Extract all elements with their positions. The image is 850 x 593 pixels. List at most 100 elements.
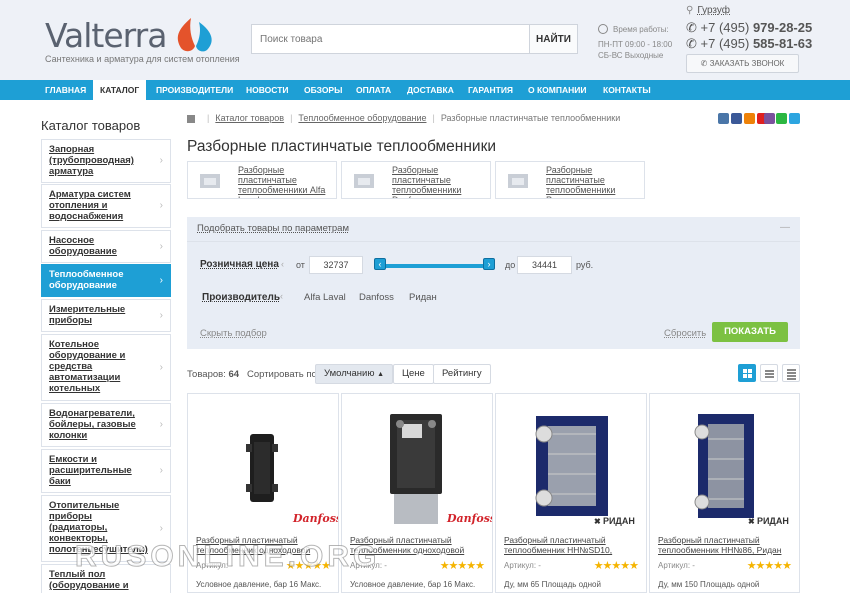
subcat-alfa-laval[interactable]: Разборные пластинчатые теплообменники Al… — [187, 161, 337, 199]
sidebar-item-heating-fittings[interactable]: Арматура систем отопления и водоснабжени… — [41, 184, 171, 228]
maker-option-ridan[interactable]: Ридан — [409, 292, 437, 303]
filter-panel: Подобрать товары по параметрам — — [187, 217, 800, 349]
callback-button[interactable]: ✆ ЗАКАЗАТЬ ЗВОНОК — [686, 54, 799, 73]
sidebar-item-label: Водонагреватели, бойлеры, газовые колонк… — [49, 408, 136, 441]
show-results-button[interactable]: ПОКАЗАТЬ — [712, 322, 788, 342]
nav-payment[interactable]: ОПЛАТА — [356, 80, 391, 100]
sidebar-item-heat-exchange[interactable]: Теплообменное оборудование › — [41, 264, 171, 297]
breadcrumb-heat-exchange[interactable]: Теплообменное оборудование — [298, 113, 426, 123]
caret-up-icon: ▲ — [377, 371, 385, 378]
home-icon[interactable] — [187, 114, 195, 123]
chevron-right-icon: › — [159, 361, 163, 373]
chevron-right-icon: › — [159, 155, 163, 166]
price-to-input[interactable]: 34441 — [517, 256, 572, 274]
maker-option-alfa-laval[interactable]: Alfa Laval — [304, 292, 346, 303]
site-logo[interactable]: Valterra Сантехника и арматура для систе… — [45, 16, 240, 64]
search-input[interactable] — [252, 25, 532, 53]
nav-home[interactable]: ГЛАВНАЯ — [45, 80, 86, 100]
product-name[interactable]: Разборный пластинчатый теплообменник НН№… — [658, 535, 798, 555]
sidebar-item-label: Теплообменное оборудование — [49, 269, 124, 291]
currency-label: руб. — [576, 260, 594, 270]
odnoklassniki-icon[interactable] — [744, 113, 755, 124]
sort-bar: Товаров: 64 Сортировать по: — [187, 369, 319, 380]
product-name[interactable]: Разборный пластинчатый теплообменник НН№… — [504, 535, 644, 555]
hours-weekdays: ПН-ПТ 09:00 - 18:00 — [598, 40, 673, 49]
sort-default-button[interactable]: Умолчанию ▲ — [315, 364, 394, 384]
vk-icon[interactable] — [718, 113, 729, 124]
rating-stars: ★★★★★ — [439, 560, 485, 572]
city-name: Гурзуф — [697, 5, 730, 16]
location-pin-icon: ⚲ — [686, 5, 694, 16]
chevron-left-icon: ‹ — [281, 259, 284, 269]
phone-1-prefix: +7 (495) — [700, 20, 750, 35]
chevron-right-icon: › — [159, 419, 163, 430]
phone-1[interactable]: ✆ +7 (495) 979-28-25 — [686, 20, 812, 36]
list-view-icon[interactable] — [760, 364, 778, 382]
nav-news[interactable]: НОВОСТИ — [246, 80, 289, 100]
table-view-icon[interactable] — [782, 364, 800, 382]
rating-stars: ★★★★★ — [593, 560, 639, 572]
subcat-label: Разборные пластинчатые теплообменники Al… — [238, 165, 326, 198]
search-button[interactable]: НАЙТИ — [529, 25, 577, 53]
breadcrumb-current: Разборные пластинчатые теплообменники — [440, 113, 621, 123]
phone-icon: ✆ — [686, 36, 697, 51]
nav-manufacturers[interactable]: ПРОИЗВОДИТЕЛИ — [156, 80, 233, 100]
product-desc: Условное давление, бар 16 Макс. — [350, 580, 476, 589]
subcat-danfoss[interactable]: Разборные пластинчатые теплообменники Da… — [341, 161, 491, 199]
subcat-label: Разборные пластинчатые теплообменники Ри… — [546, 165, 616, 198]
logo-drops-icon — [177, 18, 212, 52]
image-placeholder-icon — [200, 174, 220, 188]
chevron-right-icon: › — [159, 274, 163, 286]
product-image[interactable] — [496, 394, 647, 534]
sidebar-item-boilers-automation[interactable]: Котельное оборудование и средства автома… — [41, 334, 171, 401]
nav-warranty[interactable]: ГАРАНТИЯ — [468, 80, 513, 100]
nav-contacts[interactable]: КОНТАКТЫ — [603, 80, 651, 100]
nav-delivery[interactable]: ДОСТАВКА — [407, 80, 454, 100]
city-selector[interactable]: ⚲ Гурзуф — [686, 5, 730, 16]
slider-handle-left[interactable]: ‹ — [374, 258, 386, 270]
nav-reviews[interactable]: ОБЗОРЫ — [304, 80, 342, 100]
working-hours: Время работы: ПН-ПТ 09:00 - 18:00 СБ-ВС … — [598, 24, 680, 61]
product-image[interactable] — [650, 394, 800, 534]
slider-handle-right[interactable]: › — [483, 258, 495, 270]
sidebar-title: Каталог товаров — [41, 118, 141, 133]
filter-heading[interactable]: Подобрать товары по параметрам — [197, 223, 349, 234]
breadcrumb: | Каталог товаров | Теплообменное оборудова… — [187, 113, 620, 123]
grid-view-icon[interactable] — [738, 364, 756, 382]
price-from-input[interactable]: 32737 — [309, 256, 363, 274]
sidebar-item-label: Насосное оборудование — [49, 235, 117, 257]
product-card[interactable]: РИДАН Разборный пластинчатый теплообменн… — [495, 393, 647, 593]
phone-2[interactable]: ✆ +7 (495) 585-81-63 — [686, 36, 812, 52]
product-count: 64 — [228, 369, 240, 380]
reset-filter-link[interactable]: Сбросить — [664, 328, 706, 339]
callback-label: ЗАКАЗАТЬ ЗВОНОК — [709, 59, 785, 68]
nav-about[interactable]: О КОМПАНИИ — [528, 80, 586, 100]
facebook-icon[interactable] — [731, 113, 742, 124]
product-card[interactable]: РИДАН Разборный пластинчатый теплообменн… — [649, 393, 800, 593]
nav-catalog[interactable]: КАТАЛОГ — [93, 80, 147, 100]
whatsapp-icon[interactable] — [776, 113, 787, 124]
chevron-right-icon: › — [159, 240, 163, 252]
price-filter-label[interactable]: Розничная цена — [200, 259, 279, 270]
sidebar-item-measuring[interactable]: Измерительные приборы › — [41, 299, 171, 332]
maker-option-danfoss[interactable]: Danfoss — [359, 292, 394, 303]
price-slider-track[interactable] — [375, 264, 494, 268]
hide-filter-link[interactable]: Скрыть подбор — [200, 328, 267, 339]
sort-price-button[interactable]: Цене — [393, 364, 434, 384]
sidebar-item-pumps[interactable]: Насосное оборудование › — [41, 230, 171, 263]
handset-icon: ✆ — [700, 59, 708, 68]
sidebar-item-tanks[interactable]: Емкости и расширительные баки › — [41, 449, 171, 493]
breadcrumb-catalog[interactable]: Каталог товаров — [215, 113, 284, 123]
collapse-icon[interactable]: — — [780, 222, 790, 233]
main-nav: ГЛАВНАЯ КАТАЛОГ ПРОИЗВОДИТЕЛИ НОВОСТИ ОБ… — [0, 80, 850, 100]
sidebar-item-valves[interactable]: Запорная (трубопроводная) арматура › — [41, 139, 171, 183]
telegram-icon[interactable] — [789, 113, 800, 124]
sort-rating-button[interactable]: Рейтингу — [433, 364, 491, 384]
viber-icon[interactable] — [764, 113, 775, 124]
maker-filter-label[interactable]: Производитель — [202, 292, 280, 303]
chevron-right-icon: › — [159, 309, 163, 321]
chevron-right-icon: › — [159, 465, 163, 476]
sidebar-item-water-heaters[interactable]: Водонагреватели, бойлеры, газовые колонк… — [41, 403, 171, 447]
subcat-ridan[interactable]: Разборные пластинчатые теплообменники Ри… — [495, 161, 645, 199]
hours-weekend: СБ-ВС Выходные — [598, 51, 664, 60]
